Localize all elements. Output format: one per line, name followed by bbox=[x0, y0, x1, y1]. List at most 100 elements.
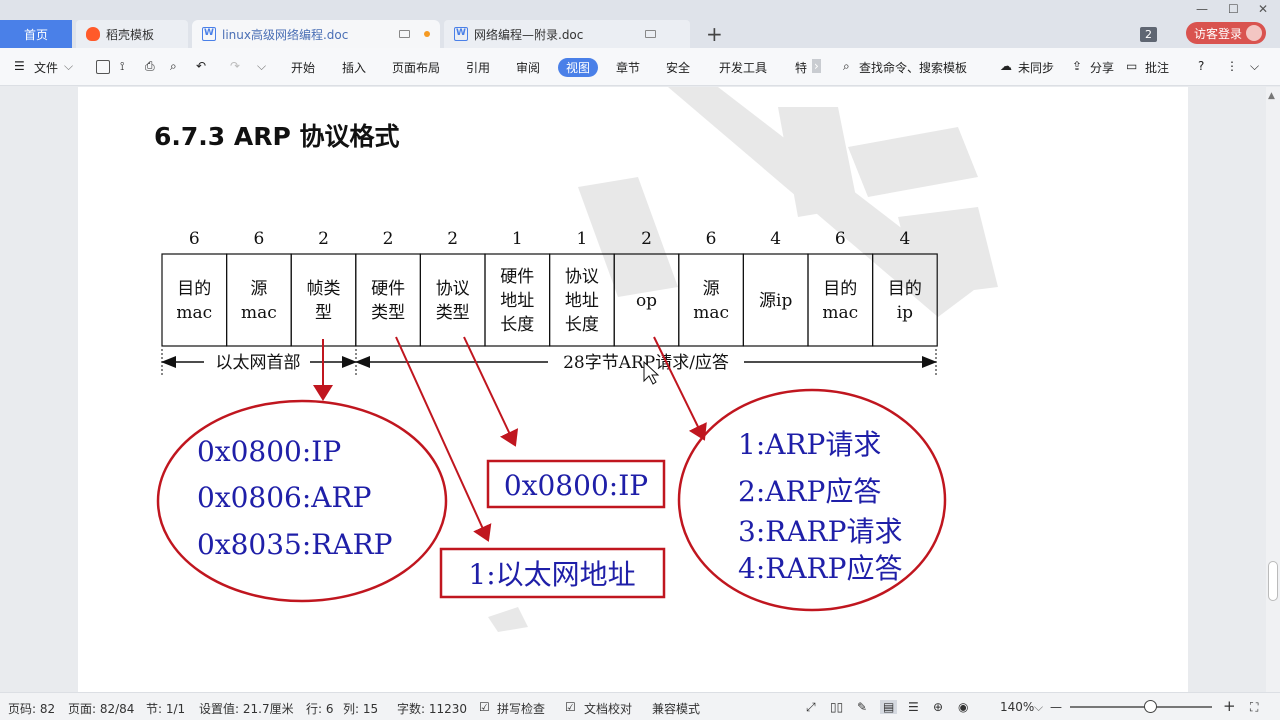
compat-mode: 兼容模式 bbox=[652, 702, 701, 716]
menu-security[interactable]: 安全 bbox=[666, 59, 690, 76]
menu-view[interactable]: 视图 bbox=[558, 58, 599, 77]
hamburger-icon[interactable]: ☰ bbox=[14, 59, 25, 73]
field-size-label: 1 bbox=[512, 229, 523, 249]
print-icon[interactable]: ⎙ bbox=[145, 59, 155, 74]
op-arp-reply: 2:ARP应答 bbox=[738, 475, 881, 508]
save-icon[interactable] bbox=[96, 60, 110, 74]
help-icon[interactable]: ? bbox=[1198, 59, 1204, 73]
spell-check-icon[interactable]: ☑ bbox=[479, 700, 490, 714]
zoom-slider-knob[interactable] bbox=[1144, 700, 1157, 713]
cloud-sync-icon[interactable]: ☁ bbox=[1000, 59, 1012, 73]
proofread-button[interactable]: 文档校对 bbox=[584, 700, 632, 717]
field-cell bbox=[678, 253, 744, 347]
more-options-icon[interactable]: ⋮ bbox=[1226, 59, 1238, 73]
page-code[interactable]: 页码: 82 bbox=[8, 700, 55, 717]
chevron-down-icon[interactable]: ⌵ bbox=[64, 59, 73, 74]
field-size-label: 2 bbox=[641, 229, 652, 249]
fullscreen-icon[interactable]: ⤢ bbox=[806, 700, 816, 715]
format-painter-icon[interactable]: ⟟ bbox=[120, 59, 124, 74]
vertical-scrollbar[interactable]: ▲ bbox=[1266, 87, 1280, 692]
fit-page-icon[interactable]: ⛶ bbox=[1250, 700, 1258, 715]
search-icon[interactable]: ⌕ bbox=[843, 59, 850, 74]
zoom-chevron-icon[interactable]: ⌵ bbox=[1034, 700, 1043, 715]
zoom-out-icon[interactable]: — bbox=[1050, 700, 1062, 714]
zoom-in-icon[interactable]: + bbox=[1223, 697, 1236, 715]
tab-label: 网络编程—附录.doc bbox=[474, 27, 584, 42]
frame-type-ip: 0x0800:IP bbox=[197, 435, 341, 468]
field-label: 协议 bbox=[436, 279, 470, 299]
redo-icon[interactable]: ↷ bbox=[230, 59, 240, 73]
menu-chapter[interactable]: 章节 bbox=[616, 59, 640, 76]
page-view-icon[interactable]: ▤ bbox=[880, 700, 898, 714]
menu-insert[interactable]: 插入 bbox=[342, 59, 366, 76]
field-label: 型 bbox=[315, 303, 332, 323]
zoom-slider-track[interactable] bbox=[1070, 706, 1212, 708]
docer-logo-icon bbox=[86, 27, 100, 41]
field-label: mac bbox=[241, 303, 277, 323]
field-label: 源 bbox=[250, 279, 267, 299]
edit-pen-icon[interactable]: ✎ bbox=[857, 700, 867, 714]
menu-scroll-right-icon[interactable]: › bbox=[812, 59, 821, 73]
field-label: ip bbox=[897, 303, 913, 323]
sync-status[interactable]: 未同步 bbox=[1018, 59, 1054, 76]
new-tab-plus-icon[interactable]: + bbox=[706, 24, 723, 44]
zoom-level[interactable]: 140% bbox=[1000, 700, 1034, 714]
menu-start[interactable]: 开始 bbox=[291, 59, 315, 76]
field-cell bbox=[161, 253, 228, 347]
spell-check-button[interactable]: 拼写检查 bbox=[497, 700, 545, 717]
tab-linux-network-doc[interactable]: W linux高级网络编程.doc bbox=[192, 20, 440, 48]
guest-login-button[interactable]: 访客登录 bbox=[1186, 22, 1266, 44]
field-label: 地址 bbox=[500, 291, 534, 311]
tab-appendix-doc[interactable]: W 网络编程—附录.doc bbox=[444, 20, 690, 48]
menu-page-layout[interactable]: 页面布局 bbox=[392, 59, 440, 76]
field-label: 硬件 bbox=[500, 267, 534, 287]
menu-special[interactable]: 特 bbox=[795, 59, 807, 76]
menu-reference[interactable]: 引用 bbox=[466, 59, 490, 76]
tab-bar: — ☐ ✕ 首页 稻壳模板 W linux高级网络编程.doc W 网络编程—附… bbox=[0, 0, 1280, 48]
tab-home[interactable]: 首页 bbox=[0, 20, 72, 48]
tab-docer-templates[interactable]: 稻壳模板 bbox=[76, 20, 188, 48]
scroll-up-icon[interactable]: ▲ bbox=[1268, 91, 1275, 101]
comment-icon[interactable]: ▭ bbox=[1126, 59, 1137, 73]
close-icon[interactable]: ✕ bbox=[1258, 2, 1268, 16]
field-label: mac bbox=[176, 303, 212, 323]
maximize-icon[interactable]: ☐ bbox=[1228, 2, 1239, 16]
row-number: 行: 6 bbox=[306, 702, 334, 716]
minimize-icon[interactable]: — bbox=[1196, 2, 1208, 16]
menu-review[interactable]: 审阅 bbox=[516, 59, 540, 76]
undo-icon[interactable]: ↶ bbox=[196, 59, 206, 73]
page-count[interactable]: 页面: 82/84 bbox=[68, 700, 134, 717]
section-count[interactable]: 节: 1/1 bbox=[146, 700, 185, 717]
field-label: 源ip bbox=[759, 291, 792, 311]
command-search[interactable]: 查找命令、搜索模板 bbox=[859, 59, 967, 76]
field-cells: 目的 mac 源 mac 帧类型 硬件类型 协议类型 硬件地址长度 协议地址长度 op 源 mac 源i… bbox=[161, 253, 938, 347]
web-view-icon[interactable]: ⊕ bbox=[933, 700, 943, 714]
setting-value[interactable]: 设置值: 21.7厘米 bbox=[199, 700, 294, 717]
comment-button[interactable]: 批注 bbox=[1145, 59, 1169, 76]
eye-protect-icon[interactable]: ◉ bbox=[958, 700, 968, 714]
field-label: 目的 bbox=[177, 279, 211, 299]
scroll-thumb[interactable] bbox=[1268, 561, 1278, 601]
print-preview-icon[interactable]: ⌕ bbox=[170, 59, 177, 74]
menu-file[interactable]: 文件 bbox=[34, 59, 58, 76]
avatar-icon bbox=[1246, 25, 1263, 41]
login-label: 访客登录 bbox=[1194, 26, 1243, 41]
share-icon[interactable]: ⇪ bbox=[1072, 59, 1082, 73]
document-page[interactable]: 6.7.3 ARP 协议格式 662221126464 目的 mac 源 mac 帧类型… bbox=[78, 87, 1188, 692]
menu-developer-tools[interactable]: 开发工具 bbox=[719, 59, 767, 76]
share-button[interactable]: 分享 bbox=[1090, 59, 1114, 76]
reading-mode-icon[interactable]: ▯▯ bbox=[830, 700, 843, 714]
tab-label: 稻壳模板 bbox=[106, 27, 155, 42]
field-cell bbox=[807, 253, 874, 347]
word-count[interactable]: 字数: 11230 bbox=[397, 700, 467, 717]
collapse-ribbon-icon[interactable]: ⌵ bbox=[1250, 59, 1259, 74]
field-cell bbox=[419, 253, 486, 347]
window-icon[interactable] bbox=[399, 30, 410, 38]
window-count-badge[interactable]: 2 bbox=[1140, 27, 1157, 42]
window-icon[interactable] bbox=[645, 30, 656, 38]
field-size-label: 2 bbox=[383, 229, 394, 249]
outline-view-icon[interactable]: ☰ bbox=[908, 700, 919, 714]
proofread-icon[interactable]: ☑ bbox=[565, 700, 576, 714]
eth-header-span-label: 以太网首部 bbox=[216, 353, 301, 373]
more-chevron-icon[interactable]: ⌵ bbox=[257, 59, 266, 74]
